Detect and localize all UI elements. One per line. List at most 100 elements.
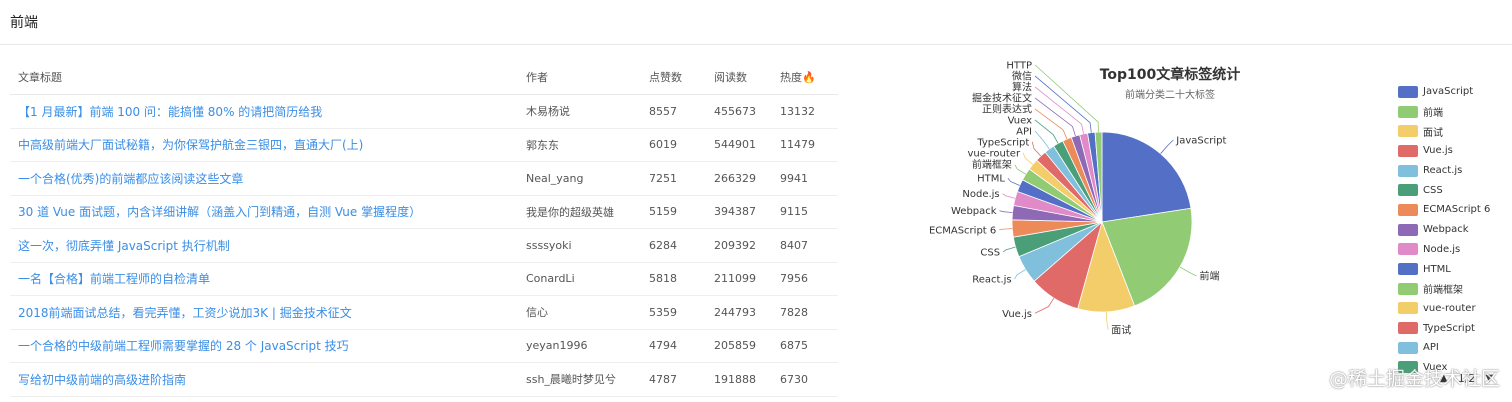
column-header-views[interactable]: 阅读数 xyxy=(706,60,772,95)
label-line-react-js xyxy=(1014,269,1026,280)
legend-label: JavaScript xyxy=(1423,86,1474,98)
slice-label-api: API xyxy=(1016,126,1032,137)
cell-heat: 13132 xyxy=(772,94,838,129)
article-link[interactable]: 这一次，彻底弄懂 JavaScript 执行机制 xyxy=(18,239,230,253)
slice-label-vue-js: Vue.js xyxy=(1002,309,1032,320)
legend-item-react-js[interactable]: React.js xyxy=(1398,161,1490,181)
legend-item-api[interactable]: API xyxy=(1398,338,1490,358)
cell-author: 郭东东 xyxy=(518,128,641,162)
cell-title: 【1 月最新】前端 100 问：能搞懂 80% 的请把简历给我 xyxy=(10,94,518,129)
cell-heat: 7828 xyxy=(772,295,838,330)
legend-swatch xyxy=(1398,125,1418,138)
legend-swatch xyxy=(1398,322,1418,335)
legend-label: 前端 xyxy=(1423,108,1443,120)
legend-item-vue-js[interactable]: Vue.js xyxy=(1398,141,1490,161)
cell-author: yeyan1996 xyxy=(518,329,641,363)
cell-likes: 8557 xyxy=(641,94,706,129)
legend-label: HTML xyxy=(1423,263,1451,275)
table-row: 2018前端面试总结，看完弄懂，工资少说加3K | 掘金技术征文 信心 5359… xyxy=(10,295,838,330)
cell-likes: 5818 xyxy=(641,262,706,296)
label-line-html xyxy=(1007,177,1020,186)
legend-label: API xyxy=(1423,342,1439,354)
article-link[interactable]: 写给初中级前端的高级进阶指南 xyxy=(18,373,186,387)
slice-label-vue-router: vue-router xyxy=(968,148,1021,159)
label-line-node-js xyxy=(1002,193,1016,199)
cell-heat: 6730 xyxy=(772,362,838,397)
article-link[interactable]: 30 道 Vue 面试题，内含详细讲解（涵盖入门到精通，自测 Vue 掌握程度） xyxy=(18,205,421,219)
cell-views: 191888 xyxy=(706,362,772,397)
cell-views: 266329 xyxy=(706,161,772,196)
legend-label: Webpack xyxy=(1423,224,1469,236)
cell-heat: 11479 xyxy=(772,128,838,162)
cell-views: 455673 xyxy=(706,94,772,129)
cell-likes: 5359 xyxy=(641,295,706,330)
table-row: 一名【合格】前端工程师的自检清单 ConardLi 5818 211099 79… xyxy=(10,262,838,296)
table-row: 一个合格(优秀)的前端都应该阅读这些文章 Neal_yang 7251 2663… xyxy=(10,161,838,196)
cell-author: Neal_yang xyxy=(518,161,641,196)
article-link[interactable]: 2018前端面试总结，看完弄懂，工资少说加3K | 掘金技术征文 xyxy=(18,306,352,320)
legend-swatch xyxy=(1398,243,1418,256)
legend-swatch xyxy=(1398,263,1418,276)
cell-title: 中高级前端大厂面试秘籍，为你保驾护航金三银四，直通大厂(上) xyxy=(10,128,518,162)
label-line-ecmascript-6 xyxy=(999,228,1013,231)
cell-author: ssh_晨曦时梦见兮 xyxy=(518,362,641,397)
article-link[interactable]: 中高级前端大厂面试秘籍，为你保驾护航金三银四，直通大厂(上) xyxy=(18,138,363,152)
slice-label-vuex: Vuex xyxy=(1008,115,1032,126)
cell-likes: 6019 xyxy=(641,128,706,162)
article-link[interactable]: 【1 月最新】前端 100 问：能搞懂 80% 的请把简历给我 xyxy=(18,105,322,119)
legend-item-node-js[interactable]: Node.js xyxy=(1398,240,1490,260)
legend-item-html[interactable]: HTML xyxy=(1398,259,1490,279)
cell-author: ssssyoki xyxy=(518,228,641,263)
label-line-typescript xyxy=(1031,141,1042,157)
cell-views: 209392 xyxy=(706,228,772,263)
column-header-heat[interactable]: 热度🔥 xyxy=(772,60,838,95)
table-row: 中高级前端大厂面试秘籍，为你保驾护航金三银四，直通大厂(上) 郭东东 6019 … xyxy=(10,128,838,162)
cell-heat: 8407 xyxy=(772,228,838,263)
cell-author: 木易杨说 xyxy=(518,94,641,129)
watermark: @稀土掘金技术社区 xyxy=(1329,364,1500,391)
label-line-前端框架 xyxy=(1014,164,1026,175)
slice-label-css: CSS xyxy=(980,248,1000,259)
column-header-title[interactable]: 文章标题 xyxy=(10,60,518,95)
legend-item-ecmascript-6[interactable]: ECMAScript 6 xyxy=(1398,200,1490,220)
cell-views: 211099 xyxy=(706,262,772,296)
legend-swatch xyxy=(1398,164,1418,177)
slice-label-前端: 前端 xyxy=(1200,270,1220,283)
cell-likes: 4794 xyxy=(641,329,706,363)
legend-item-javascript[interactable]: JavaScript xyxy=(1398,82,1490,102)
column-header-author[interactable]: 作者 xyxy=(518,60,641,95)
slice-label-html: HTML xyxy=(977,174,1005,185)
label-line-api xyxy=(1034,130,1050,150)
legend-item-typescript[interactable]: TypeScript xyxy=(1398,318,1490,338)
label-line-vue-router xyxy=(1022,152,1034,165)
table-row: 一个合格的中级前端工程师需要掌握的 28 个 JavaScript 技巧 yey… xyxy=(10,329,838,363)
column-header-likes[interactable]: 点赞数 xyxy=(641,60,706,95)
legend-label: TypeScript xyxy=(1423,322,1475,334)
article-link[interactable]: 一个合格的中级前端工程师需要掌握的 28 个 JavaScript 技巧 xyxy=(18,339,349,353)
legend-label: Node.js xyxy=(1423,243,1461,255)
cell-title: 这一次，彻底弄懂 JavaScript 执行机制 xyxy=(10,228,518,263)
legend-item-前端[interactable]: 前端 xyxy=(1398,102,1490,122)
watermark-text: @稀土掘金技术社区 xyxy=(1328,368,1500,390)
cell-views: 205859 xyxy=(706,329,772,363)
cell-likes: 6284 xyxy=(641,228,706,263)
slice-label-node-js: Node.js xyxy=(962,189,999,200)
cell-title: 30 道 Vue 面试题，内含详细讲解（涵盖入门到精通，自测 Vue 掌握程度） xyxy=(10,195,518,229)
chart-title: Top100文章标签统计 xyxy=(1100,66,1241,83)
cell-title: 一名【合格】前端工程师的自检清单 xyxy=(10,262,518,296)
legend-swatch xyxy=(1398,144,1418,157)
legend-item-面试[interactable]: 面试 xyxy=(1398,121,1490,141)
slice-label-webpack: Webpack xyxy=(951,206,997,217)
legend-swatch xyxy=(1398,203,1418,216)
page-title: 前端 xyxy=(10,15,38,31)
legend-item-vue-router[interactable]: vue-router xyxy=(1398,299,1490,319)
article-link[interactable]: 一个合格(优秀)的前端都应该阅读这些文章 xyxy=(18,172,243,186)
cell-views: 544901 xyxy=(706,128,772,162)
article-link[interactable]: 一名【合格】前端工程师的自检清单 xyxy=(18,272,210,286)
legend-item-前端框架[interactable]: 前端框架 xyxy=(1398,279,1490,299)
table-row: 30 道 Vue 面试题，内含详细讲解（涵盖入门到精通，自测 Vue 掌握程度）… xyxy=(10,195,838,229)
legend-item-webpack[interactable]: Webpack xyxy=(1398,220,1490,240)
label-line-前端 xyxy=(1179,266,1197,277)
legend-swatch xyxy=(1398,302,1418,315)
legend-item-css[interactable]: CSS xyxy=(1398,180,1490,200)
